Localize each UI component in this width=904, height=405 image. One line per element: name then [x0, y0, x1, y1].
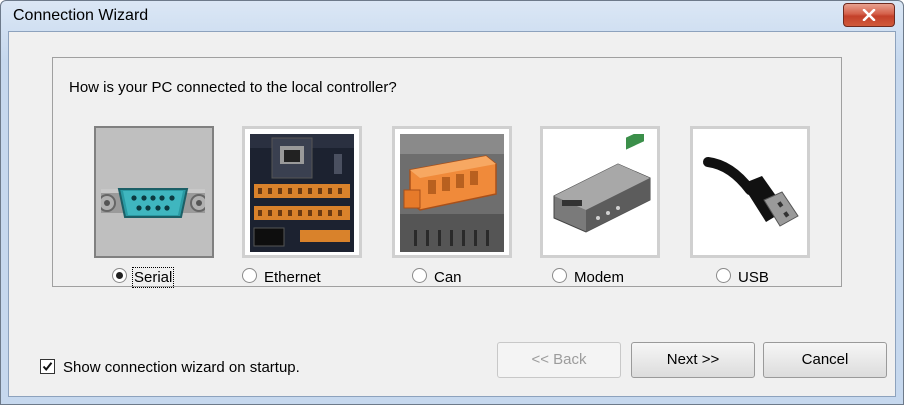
usb-picture[interactable] — [690, 126, 810, 258]
group-label: How is your PC connected to the local co… — [66, 79, 400, 96]
modem-radio[interactable] — [552, 268, 567, 283]
title-bar[interactable]: Connection Wizard — [1, 1, 903, 31]
back-button[interactable]: << Back — [497, 342, 621, 378]
check-mark-icon — [42, 362, 53, 372]
usb-radio-label[interactable]: USB — [738, 269, 769, 286]
modem-device-icon — [548, 134, 652, 252]
can-radio[interactable] — [412, 268, 427, 283]
modem-picture[interactable] — [540, 126, 660, 258]
startup-checkbox-row[interactable]: Show connection wizard on startup. — [40, 359, 300, 376]
next-button[interactable]: Next >> — [631, 342, 755, 378]
ethernet-radio-label[interactable]: Ethernet — [264, 269, 321, 286]
modem-radio-label[interactable]: Modem — [574, 269, 624, 286]
close-icon — [862, 9, 876, 21]
can-radio-label[interactable]: Can — [434, 269, 462, 286]
can-terminal-icon — [400, 134, 504, 252]
serial-radio-label[interactable]: Serial — [131, 267, 175, 288]
ethernet-picture[interactable] — [242, 126, 362, 258]
startup-checkbox-label[interactable]: Show connection wizard on startup. — [63, 359, 300, 376]
cancel-button[interactable]: Cancel — [763, 342, 887, 378]
usb-radio[interactable] — [716, 268, 731, 283]
serial-connector-icon — [101, 188, 205, 218]
serial-picture[interactable] — [94, 126, 214, 258]
ethernet-radio[interactable] — [242, 268, 257, 283]
serial-radio[interactable] — [112, 268, 127, 283]
ethernet-controller-icon — [250, 134, 354, 252]
window-title: Connection Wizard — [13, 7, 149, 24]
close-button[interactable] — [843, 3, 895, 27]
startup-checkbox[interactable] — [40, 359, 55, 374]
usb-plug-icon — [698, 134, 802, 252]
can-picture[interactable] — [392, 126, 512, 258]
